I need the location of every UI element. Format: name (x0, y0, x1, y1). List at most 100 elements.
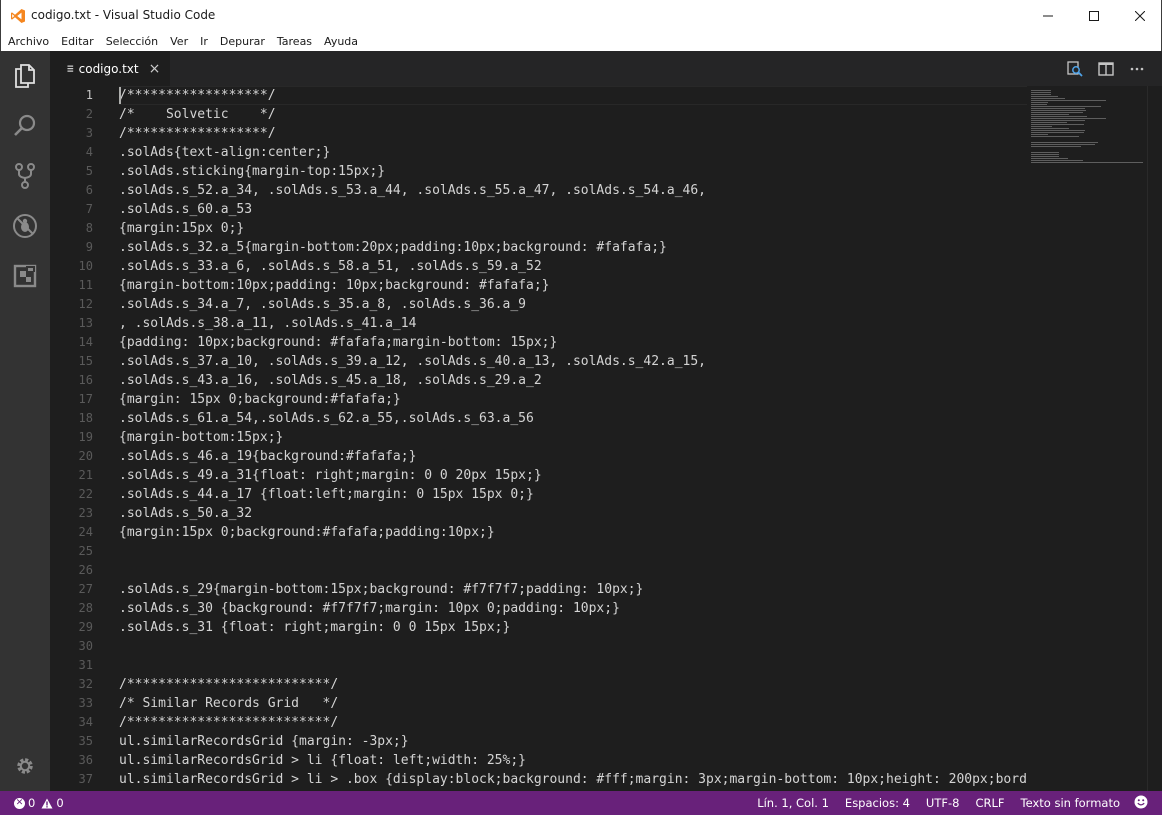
error-count: 0 (28, 796, 36, 810)
minimap-line (1031, 104, 1047, 105)
minimap-line (1031, 126, 1052, 127)
code-line[interactable]: .solAds.sticking{margin-top:15px;} (119, 162, 1027, 181)
code-line[interactable] (119, 561, 1027, 580)
text-file-icon: ≡ (67, 62, 74, 75)
code-line[interactable] (119, 542, 1027, 561)
window-title: codigo.txt - Visual Studio Code (31, 8, 216, 22)
code-line[interactable]: .solAds.s_61.a_54,.solAds.s_62.a_55,.sol… (119, 409, 1027, 428)
vscode-logo-icon (11, 9, 25, 23)
code-line[interactable]: /* Similar Records Grid */ (119, 694, 1027, 713)
language-mode[interactable]: Texto sin formato (1013, 791, 1129, 815)
search-view-button[interactable] (0, 101, 50, 151)
code-line[interactable]: /**************************/ (119, 675, 1027, 694)
line-number: 19 (78, 430, 93, 444)
code-line[interactable] (119, 637, 1027, 656)
line-number: 14 (78, 335, 93, 349)
text-cursor (119, 87, 121, 104)
status-bar: ✕ 0 0 Lín. 1, Col. 1 Espacios: 4 UTF-8 C… (0, 791, 1162, 815)
problems-indicator[interactable]: ✕ 0 0 (0, 796, 64, 810)
line-ending[interactable]: CRLF (967, 791, 1012, 815)
code-line[interactable]: ul.similarRecordsGrid > li > .box {displ… (119, 770, 1027, 789)
tab-codigo-txt[interactable]: ≡ codigo.txt × (50, 51, 170, 86)
indentation-setting[interactable]: Espacios: 4 (837, 791, 918, 815)
code-line[interactable]: .solAds.s_60.a_53 (119, 200, 1027, 219)
maximize-icon (1089, 10, 1099, 21)
code-line[interactable]: .solAds.s_37.a_10, .solAds.s_39.a_12, .s… (119, 352, 1027, 371)
code-line[interactable] (119, 656, 1027, 675)
code-line[interactable]: /******************/ (119, 86, 1027, 105)
menu-seleccion[interactable]: Selección (100, 35, 164, 48)
more-actions-button[interactable] (1121, 51, 1152, 86)
close-icon (1135, 10, 1145, 21)
line-number: 12 (78, 297, 93, 311)
minimap-line (1031, 106, 1101, 107)
code-line[interactable]: ul.similarRecordsGrid > li {float: left;… (119, 751, 1027, 770)
explorer-button[interactable] (0, 51, 50, 101)
menu-archivo[interactable]: Archivo (2, 35, 55, 48)
code-line[interactable]: /* Solvetic */ (119, 105, 1027, 124)
code-line[interactable]: {margin:15px 0;} (119, 219, 1027, 238)
minimap-line (1031, 160, 1083, 161)
editor-pane[interactable]: 1 2 3 4 5 6 7 8 9 10 11 12 13 14 15 16 17 18 19 20 21 22 23 24 2… (50, 86, 1162, 791)
menu-ayuda[interactable]: Ayuda (318, 35, 364, 48)
code-line[interactable]: .solAds.s_43.a_16, .solAds.s_45.a_18, .s… (119, 371, 1027, 390)
extensions-icon (13, 264, 37, 288)
code-line[interactable]: {margin: 15px 0;background:#fafafa;} (119, 390, 1027, 409)
file-encoding[interactable]: UTF-8 (918, 791, 968, 815)
minimap-line (1031, 98, 1065, 99)
vertical-scrollbar[interactable] (1147, 86, 1162, 791)
code-line[interactable]: {padding: 10px;background: #fafafa;margi… (119, 333, 1027, 352)
code-line[interactable]: {margin-bottom:15px;} (119, 428, 1027, 447)
line-number: 37 (78, 772, 93, 786)
activity-bar (0, 51, 50, 791)
code-line[interactable]: {margin-bottom:10px;padding: 10px;backgr… (119, 276, 1027, 295)
code-line[interactable]: .solAds.s_34.a_7, .solAds.s_35.a_8, .sol… (119, 295, 1027, 314)
manage-button[interactable] (0, 741, 50, 791)
extensions-button[interactable] (0, 251, 50, 301)
menu-tareas[interactable]: Tareas (271, 35, 318, 48)
cursor-position[interactable]: Lín. 1, Col. 1 (749, 791, 837, 815)
debug-button[interactable] (0, 201, 50, 251)
feedback-button[interactable] (1128, 791, 1162, 815)
code-line[interactable]: .solAds.s_32.a_5{margin-bottom:20px;padd… (119, 238, 1027, 257)
code-line[interactable]: /******************/ (119, 124, 1027, 143)
open-changes-button[interactable] (1059, 51, 1090, 86)
split-editor-button[interactable] (1090, 51, 1121, 86)
menu-ir[interactable]: Ir (194, 35, 214, 48)
minimap-line (1031, 122, 1067, 123)
menu-depurar[interactable]: Depurar (214, 35, 271, 48)
code-content[interactable]: /******************//* Solvetic *//*****… (119, 86, 1027, 789)
menu-editar[interactable]: Editar (55, 35, 100, 48)
warning-icon (41, 798, 53, 808)
minimap[interactable] (1027, 86, 1147, 791)
minimap-line (1031, 112, 1083, 113)
more-actions-icon (1130, 67, 1143, 70)
code-line[interactable]: .solAds.s_44.a_17 {float:left;margin: 0 … (119, 485, 1027, 504)
code-line[interactable]: .solAds{text-align:center;} (119, 143, 1027, 162)
minimap-line (1031, 96, 1058, 97)
editor-actions (1059, 51, 1152, 86)
code-line[interactable]: .solAds.s_30 {background: #f7f7f7;margin… (119, 599, 1027, 618)
code-line[interactable]: , .solAds.s_38.a_11, .solAds.s_41.a_14 (119, 314, 1027, 333)
line-number: 8 (85, 221, 93, 235)
code-line[interactable]: /**************************/ (119, 713, 1027, 732)
maximize-button[interactable] (1071, 0, 1117, 31)
code-line[interactable]: .solAds.s_33.a_6, .solAds.s_58.a_51, .so… (119, 257, 1027, 276)
editor-tab-bar: ≡ codigo.txt × (50, 51, 1162, 86)
code-line[interactable]: .solAds.s_52.a_34, .solAds.s_53.a_44, .s… (119, 181, 1027, 200)
code-line[interactable]: {margin:15px 0;background:#fafafa;paddin… (119, 523, 1027, 542)
menu-ver[interactable]: Ver (164, 35, 194, 48)
minimize-button[interactable] (1025, 0, 1071, 31)
code-line[interactable]: ul.similarRecordsGrid {margin: -3px;} (119, 732, 1027, 751)
code-line[interactable]: .solAds.s_31 {float: right;margin: 0 0 1… (119, 618, 1027, 637)
code-line[interactable]: .solAds.s_46.a_19{background:#fafafa;} (119, 447, 1027, 466)
source-control-button[interactable] (0, 151, 50, 201)
tab-close-button[interactable]: × (149, 61, 161, 77)
code-line[interactable]: .solAds.s_50.a_32 (119, 504, 1027, 523)
code-line[interactable]: .solAds.s_49.a_31{float: right;margin: 0… (119, 466, 1027, 485)
close-window-button[interactable] (1117, 0, 1162, 31)
minimap-line (1031, 118, 1106, 119)
line-numbers: 1 2 3 4 5 6 7 8 9 10 11 12 13 14 15 16 17 18 19 20 21 22 23 24 2… (50, 86, 102, 789)
line-number: 34 (78, 715, 93, 729)
code-line[interactable]: .solAds.s_29{margin-bottom:15px;backgrou… (119, 580, 1027, 599)
